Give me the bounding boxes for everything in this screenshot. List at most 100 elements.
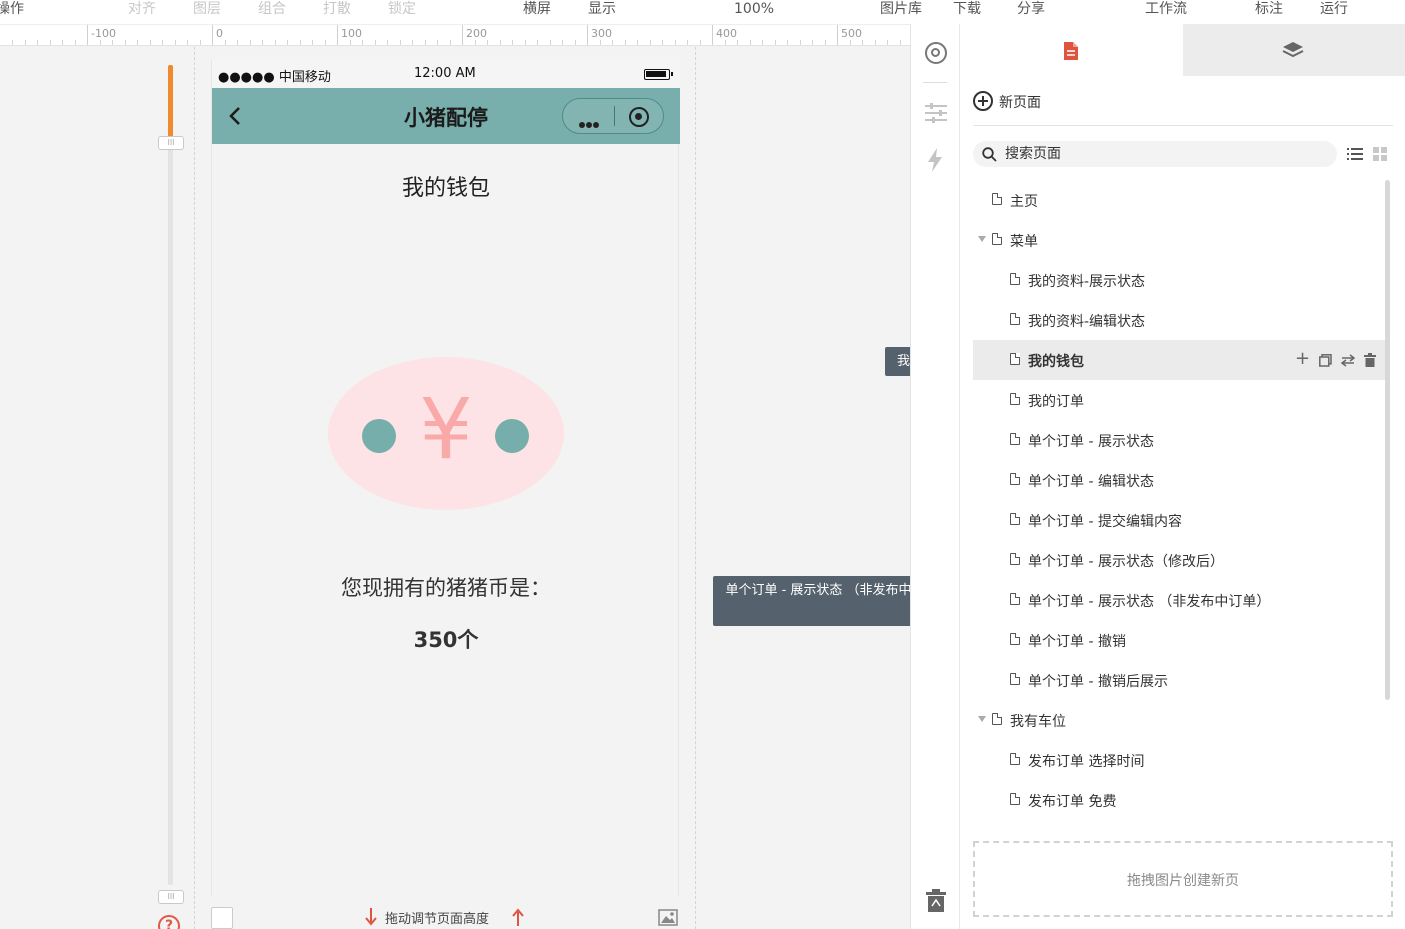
ruler-label: -100	[91, 27, 116, 40]
lightning-icon[interactable]	[927, 148, 943, 172]
phone-mockup[interactable]: ●●●●● 中国移动 12:00 AM 小猪配停 我的钱包 ¥ 您现拥有的猪猪币…	[211, 60, 680, 896]
page-tree-item[interactable]: 发布订单 免费	[973, 780, 1385, 820]
top-toolbar: 操作 对齐 图层 组合 打散 锁定 横屏 显示 100% 图片库 下载 分享 工…	[0, 0, 1405, 24]
annotate-button[interactable]: 标注	[1255, 0, 1283, 18]
page-tree-folder[interactable]: 我有车位	[973, 700, 1385, 740]
ruler-minor-tick	[312, 40, 313, 45]
ruler-minor-tick	[250, 40, 251, 45]
ruler-minor-tick	[350, 40, 351, 45]
ruler-minor-tick	[412, 40, 413, 45]
page-tree-item[interactable]: 单个订单 - 展示状态	[973, 420, 1385, 460]
align-button[interactable]: 对齐	[128, 0, 156, 18]
group-button[interactable]: 组合	[258, 0, 286, 18]
page-tree-scrollbar[interactable]	[1385, 180, 1390, 700]
layer-button[interactable]: 图层	[193, 0, 221, 18]
zoom-level[interactable]: 100%	[734, 0, 774, 18]
page-tree-item[interactable]: 发布订单 选择时间	[973, 740, 1385, 780]
new-page-label: 新页面	[999, 95, 1041, 111]
page-doc-icon	[1010, 273, 1020, 285]
page-tree-item[interactable]: 单个订单 - 展示状态（修改后）	[973, 540, 1385, 580]
ruler-minor-tick	[575, 40, 576, 45]
ruler-minor-tick	[850, 40, 851, 45]
ruler-minor-tick	[637, 40, 638, 45]
ruler-minor-tick	[187, 40, 188, 45]
page-search-box[interactable]	[973, 141, 1337, 167]
sliders-icon[interactable]	[924, 102, 948, 124]
layers-icon	[1282, 42, 1304, 58]
target-icon[interactable]	[925, 42, 947, 64]
list-view-icon[interactable]	[1347, 147, 1363, 161]
image-icon[interactable]	[658, 909, 678, 926]
tab-layers[interactable]	[1183, 24, 1405, 76]
page-tree-item[interactable]: 我的订单	[973, 380, 1385, 420]
page-tree-label: 单个订单 - 展示状态 （非发布中订单）	[1028, 594, 1271, 610]
page-doc-icon	[1010, 593, 1020, 605]
swap-icon[interactable]	[1341, 354, 1355, 367]
grid-view-icon[interactable]	[1373, 147, 1387, 161]
share-button[interactable]: 分享	[1017, 0, 1045, 18]
slider-handle-top[interactable]: III	[158, 136, 184, 150]
page-tree-label: 菜单	[1010, 234, 1038, 250]
ruler-minor-tick	[137, 40, 138, 45]
add-subpage-icon[interactable]: +	[1295, 350, 1310, 368]
close-target-icon[interactable]	[629, 107, 649, 127]
more-dots-icon[interactable]	[579, 113, 599, 132]
lock-button[interactable]: 锁定	[388, 0, 416, 18]
page-doc-icon	[1010, 313, 1020, 325]
operate-menu[interactable]: 操作	[0, 0, 24, 18]
yen-icon: ¥	[419, 380, 473, 478]
design-canvas[interactable]: III III ? ●●●●● 中国移动 12:00 AM 小猪配停 我的钱包 …	[0, 47, 910, 929]
ruler-minor-tick	[275, 40, 276, 45]
page-tree-item[interactable]: 单个订单 - 展示状态 （非发布中订单）	[973, 580, 1385, 620]
display-button[interactable]: 显示	[588, 0, 616, 18]
page-tree-folder[interactable]: 菜单	[973, 220, 1385, 260]
slider-handle-bottom[interactable]: III	[158, 890, 184, 904]
ruler-label: 300	[591, 27, 612, 40]
page-doc-icon	[1010, 753, 1020, 765]
image-library-button[interactable]: 图片库	[880, 0, 922, 18]
workflow-button[interactable]: 工作流	[1145, 0, 1187, 18]
page-tree-item[interactable]: 单个订单 - 撤销	[973, 620, 1385, 660]
ruler-minor-tick	[662, 40, 663, 45]
image-dropzone[interactable]: 拖拽图片创建新页	[973, 841, 1393, 917]
page-tree-item[interactable]: 单个订单 - 编辑状态	[973, 460, 1385, 500]
page-tree-item-selected[interactable]: 我的钱包 +	[973, 340, 1385, 380]
pages-panel: 新页面 主页 菜单 我的资料-展示状态 我的资料-编辑状态 我的钱包 +	[960, 24, 1405, 929]
duplicate-icon[interactable]	[1319, 354, 1332, 367]
help-icon[interactable]: ?	[158, 915, 180, 929]
horizontal-ruler: -100 0 100 200 300 400 500	[0, 24, 910, 46]
page-checkbox[interactable]	[211, 907, 233, 929]
ruler-minor-tick	[237, 40, 238, 45]
mini-program-capsule[interactable]	[562, 98, 664, 134]
ruler-minor-tick	[625, 40, 626, 45]
page-tree-label: 单个订单 - 展示状态（修改后）	[1028, 554, 1224, 570]
page-tree-item[interactable]: 主页	[973, 180, 1385, 220]
recycle-bin-icon[interactable]	[925, 889, 947, 913]
ruler-minor-tick	[825, 40, 826, 45]
page-tree-item[interactable]: 我的资料-展示状态	[973, 260, 1385, 300]
ruler-major-tick	[837, 25, 838, 45]
page-tree-item[interactable]: 单个订单 - 撤销后展示	[973, 660, 1385, 700]
tab-pages[interactable]	[960, 24, 1183, 76]
run-button[interactable]: 运行	[1320, 0, 1348, 18]
expand-caret-icon[interactable]	[978, 716, 986, 722]
download-button[interactable]: 下载	[953, 0, 981, 18]
page-tree-item[interactable]: 单个订单 - 提交编辑内容	[973, 500, 1385, 540]
landscape-button[interactable]: 横屏	[523, 0, 551, 18]
ruler-minor-tick	[862, 40, 863, 45]
trash-icon[interactable]	[1364, 353, 1376, 367]
ruler-minor-tick	[612, 40, 613, 45]
ruler-minor-tick	[750, 40, 751, 45]
ruler-minor-tick	[887, 40, 888, 45]
page-height-slider-track[interactable]	[168, 65, 173, 885]
page-tree-label: 单个订单 - 撤销	[1028, 634, 1126, 650]
ungroup-button[interactable]: 打散	[323, 0, 351, 18]
ruler-minor-tick	[425, 40, 426, 45]
expand-caret-icon[interactable]	[978, 236, 986, 242]
dropzone-label: 拖拽图片创建新页	[1127, 873, 1239, 889]
ruler-major-tick	[212, 25, 213, 45]
ruler-minor-tick	[400, 40, 401, 45]
page-tree-item[interactable]: 我的资料-编辑状态	[973, 300, 1385, 340]
piggy-coin-illustration: ¥	[328, 357, 564, 510]
search-input[interactable]	[1005, 144, 1325, 164]
